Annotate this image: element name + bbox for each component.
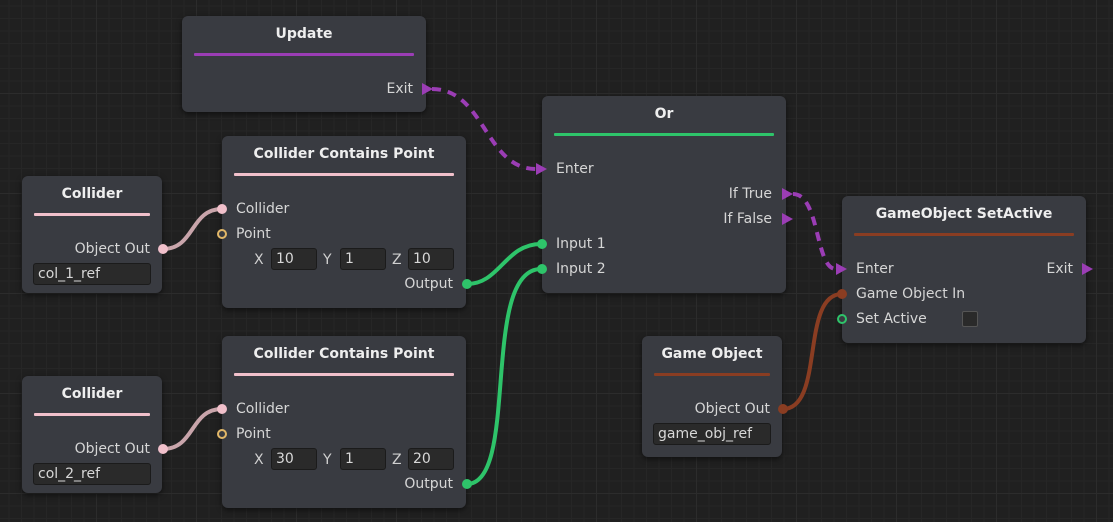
ccp2-point-port[interactable] — [217, 429, 227, 439]
ccp1-point-port[interactable] — [217, 229, 227, 239]
setactive-enter-port[interactable] — [836, 263, 847, 275]
set-active-checkbox[interactable] — [962, 311, 978, 327]
point-y-field[interactable]: 1 — [340, 248, 386, 270]
title-underline — [854, 233, 1074, 236]
collider-input-label: Collider — [236, 201, 290, 217]
node-title: Or — [654, 106, 674, 122]
if-true-label: If True — [728, 186, 772, 202]
wire-or-true-to-setactive-enter[interactable] — [792, 192, 837, 271]
or-if-true-port[interactable] — [782, 188, 793, 200]
enter-label: Enter — [556, 161, 594, 177]
setactive-exit-port[interactable] — [1082, 263, 1093, 275]
object-out-label: Object Out — [694, 401, 770, 417]
or-input1-port[interactable] — [537, 239, 547, 249]
title-underline — [654, 373, 770, 376]
title-underline — [194, 53, 414, 56]
gameobject-node[interactable]: Game Object Object Out game_obj_ref — [642, 336, 782, 457]
node-title: GameObject SetActive — [875, 206, 1053, 222]
z-axis-label: Z — [392, 452, 402, 468]
gameobject-in-label: Game Object In — [856, 286, 966, 302]
point-input-label: Point — [236, 226, 271, 242]
point-z-field[interactable]: 20 — [408, 448, 454, 470]
wire-ccp1-output-to-or-input1[interactable] — [466, 242, 542, 286]
ccp1-collider-port[interactable] — [217, 204, 227, 214]
point-z-field[interactable]: 10 — [408, 248, 454, 270]
title-underline — [34, 413, 150, 416]
collider1-out-port[interactable] — [158, 244, 168, 254]
or-input2-port[interactable] — [537, 264, 547, 274]
collider-node-2[interactable]: Collider Object Out col_2_ref — [22, 376, 162, 493]
collider-node-1[interactable]: Collider Object Out col_1_ref — [22, 176, 162, 293]
ccp2-collider-port[interactable] — [217, 404, 227, 414]
if-false-label: If False — [723, 211, 772, 227]
x-axis-label: X — [254, 252, 264, 268]
node-title: Collider — [61, 186, 123, 202]
title-underline — [34, 213, 150, 216]
collider-ref-field[interactable]: col_2_ref — [33, 463, 151, 485]
node-title: Collider Contains Point — [253, 346, 435, 362]
update-node[interactable]: Update Exit — [182, 16, 426, 112]
title-underline — [234, 373, 454, 376]
collider-contains-point-node-1[interactable]: Collider Contains Point Collider Point X… — [222, 136, 466, 308]
setactive-gameobject-in-port[interactable] — [837, 289, 847, 299]
input1-label: Input 1 — [556, 236, 606, 252]
title-underline — [234, 173, 454, 176]
or-node[interactable]: Or Enter If True If False Input 1 Input … — [542, 96, 786, 293]
node-title: Game Object — [661, 346, 763, 362]
object-out-label: Object Out — [74, 441, 150, 457]
wire-ccp2-output-to-or-input2[interactable] — [466, 267, 542, 486]
title-underline — [554, 133, 774, 136]
collider-input-label: Collider — [236, 401, 290, 417]
exit-label: Exit — [1046, 261, 1073, 277]
update-exit-port[interactable] — [422, 83, 433, 95]
or-enter-port[interactable] — [536, 163, 547, 175]
setactive-set-active-port[interactable] — [837, 314, 847, 324]
gameobject-out-port[interactable] — [778, 404, 788, 414]
collider-contains-point-node-2[interactable]: Collider Contains Point Collider Point X… — [222, 336, 466, 508]
enter-label: Enter — [856, 261, 894, 277]
node-title: Update — [275, 26, 333, 42]
collider2-out-port[interactable] — [158, 444, 168, 454]
input2-label: Input 2 — [556, 261, 606, 277]
node-title: Collider — [61, 386, 123, 402]
point-input-label: Point — [236, 426, 271, 442]
wire-collider2-to-ccp2[interactable] — [162, 407, 223, 451]
exit-label: Exit — [386, 81, 413, 97]
wire-gameobject-to-setactive[interactable] — [782, 292, 843, 411]
y-axis-label: Y — [323, 252, 332, 268]
ccp1-output-port[interactable] — [462, 279, 472, 289]
gameobject-ref-field[interactable]: game_obj_ref — [653, 423, 771, 445]
gameobject-setactive-node[interactable]: GameObject SetActive Enter Exit Game Obj… — [842, 196, 1086, 343]
object-out-label: Object Out — [74, 241, 150, 257]
output-label: Output — [404, 476, 453, 492]
x-axis-label: X — [254, 452, 264, 468]
point-x-field[interactable]: 10 — [271, 248, 317, 270]
collider-ref-field[interactable]: col_1_ref — [33, 263, 151, 285]
point-x-field[interactable]: 30 — [271, 448, 317, 470]
y-axis-label: Y — [323, 452, 332, 468]
set-active-label: Set Active — [856, 311, 927, 327]
z-axis-label: Z — [392, 252, 402, 268]
ccp2-output-port[interactable] — [462, 479, 472, 489]
node-title: Collider Contains Point — [253, 146, 435, 162]
wire-collider1-to-ccp1[interactable] — [162, 207, 223, 251]
point-y-field[interactable]: 1 — [340, 448, 386, 470]
or-if-false-port[interactable] — [782, 213, 793, 225]
output-label: Output — [404, 276, 453, 292]
